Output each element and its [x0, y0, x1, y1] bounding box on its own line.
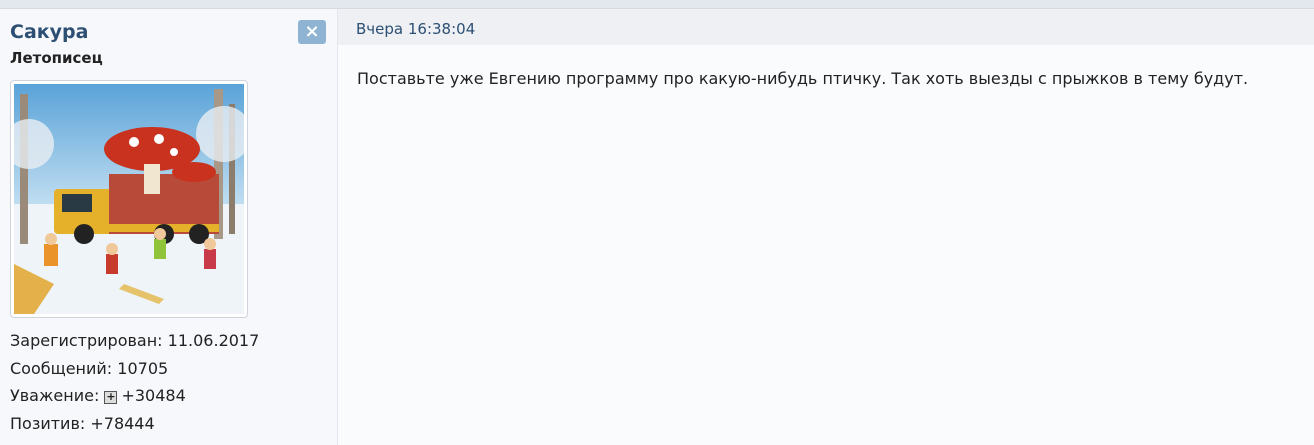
post-date[interactable]: Вчера 16:38:04 — [356, 20, 475, 38]
stat-messages: Сообщений: 10705 — [10, 355, 259, 383]
username-link[interactable]: Сакура — [10, 21, 88, 43]
user-stats: Зарегистрирован: 11.06.2017 Сообщений: 1… — [10, 327, 259, 437]
stat-positive-label: Позитив: — [10, 413, 86, 433]
stat-positive-value: +78444 — [90, 413, 155, 433]
user-rank: Летописец — [10, 49, 103, 67]
post-text: Поставьте уже Евгению программу про каку… — [357, 69, 1249, 88]
stat-respect: Уважение: + +30484 — [10, 382, 259, 410]
stat-respect-value: +30484 — [121, 386, 186, 405]
user-sidebar: Сакура × Летописец Зарегистрирован: 11.0… — [0, 9, 338, 445]
post-body: Поставьте уже Евгению программу про каку… — [338, 45, 1314, 445]
stat-registered-value: 11.06.2017 — [167, 331, 260, 350]
stat-messages-value: 10705 — [117, 358, 169, 378]
stat-registered: Зарегистрирован: 11.06.2017 — [10, 327, 259, 355]
avatar[interactable] — [10, 80, 248, 318]
stat-messages-label: Сообщений: — [10, 358, 113, 378]
avatar-image — [14, 84, 244, 314]
stat-registered-label: Зарегистрирован: — [10, 331, 163, 350]
post-header: Вчера 16:38:04 — [338, 9, 1314, 45]
stat-respect-label: Уважение: — [10, 386, 100, 405]
plus-icon[interactable]: + — [104, 391, 118, 404]
close-icon[interactable]: × — [298, 20, 326, 44]
top-divider — [0, 0, 1314, 9]
stat-positive: Позитив: +78444 — [10, 410, 259, 438]
